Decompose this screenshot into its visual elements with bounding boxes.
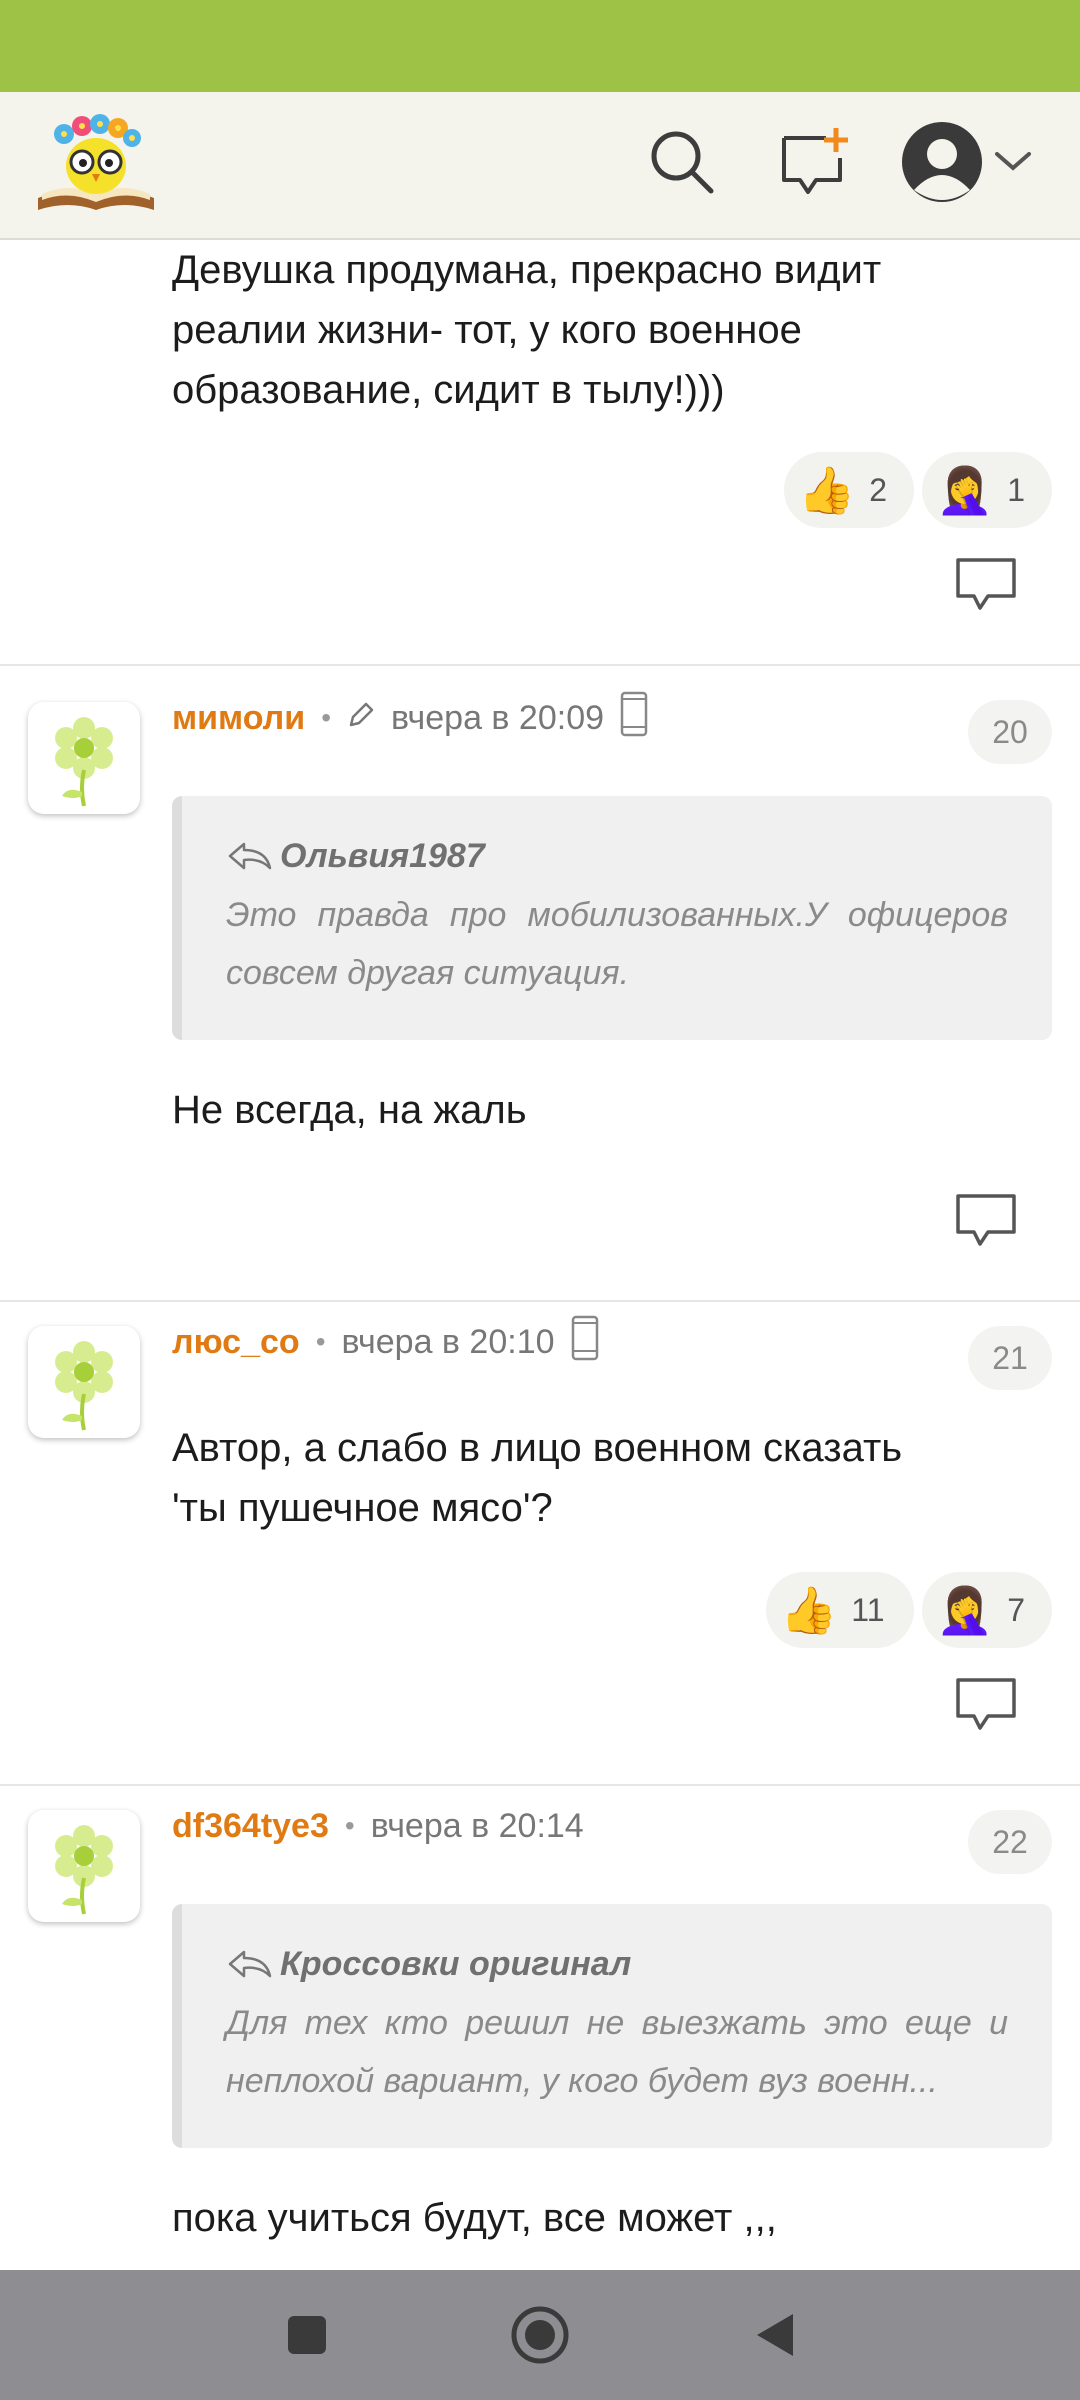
chevron-down-icon[interactable]: [988, 122, 1038, 202]
reaction-like[interactable]: 👍 2: [784, 452, 914, 528]
comment-line: 'ты пушечное мясо'?: [172, 1486, 553, 1530]
comment-meta: df364tye3 • вчера в 20:14: [172, 1800, 584, 1852]
thumbs-up-emoji: 👍: [780, 1584, 838, 1636]
quote-block: Ольвия1987 Это правда про мобилизованных…: [172, 796, 1052, 1040]
user-avatar-icon[interactable]: [898, 118, 986, 206]
reply-arrow-icon: [228, 1950, 272, 1978]
reply-comment-icon[interactable]: [954, 1192, 1018, 1250]
comment-line: Автор, а слабо в лицо военном сказать: [172, 1426, 903, 1470]
facepalm-emoji: 🤦‍♀️: [936, 464, 994, 516]
comment-number[interactable]: 21: [968, 1326, 1052, 1390]
quote-author-row: Ольвия1987: [226, 832, 1008, 880]
thumbs-up-emoji: 👍: [798, 464, 856, 516]
mobile-icon: [571, 1315, 599, 1370]
comment-meta: люс_со • вчера в 20:10: [172, 1315, 599, 1370]
avatar[interactable]: [28, 702, 140, 814]
comment-line: реалии жизни- тот, у кого военное: [172, 308, 802, 352]
comment-line: образование, сидит в тылу!))): [172, 368, 725, 412]
reply-comment-icon[interactable]: [954, 1676, 1018, 1734]
system-nav-bar: [0, 2270, 1080, 2400]
comment-line: Девушка продумана, прекрасно видит: [172, 248, 882, 292]
mobile-icon: [620, 691, 648, 746]
comment-author[interactable]: люс_со: [172, 1323, 300, 1362]
comment-text: Не всегда, на жаль: [172, 1088, 527, 1132]
quote-block: Кроссовки оригинал Для тех кто решил не …: [172, 1904, 1052, 2148]
quote-author: Кроссовки оригинал: [280, 1944, 632, 1983]
search-icon[interactable]: [642, 122, 722, 202]
comment-author[interactable]: мимоли: [172, 699, 305, 738]
comment-time: вчера в 20:10: [341, 1322, 555, 1361]
comment-number[interactable]: 22: [968, 1810, 1052, 1874]
divider: [0, 1300, 1080, 1302]
reaction-count: 1: [1007, 471, 1026, 508]
comment-number[interactable]: 20: [968, 700, 1052, 764]
facepalm-emoji: 🤦‍♀️: [936, 1584, 994, 1636]
new-post-icon[interactable]: [774, 122, 854, 202]
status-bar: [0, 0, 1080, 92]
avatar[interactable]: [28, 1810, 140, 1922]
reaction-facepalm[interactable]: 🤦‍♀️ 1: [922, 452, 1052, 528]
reaction-count: 7: [1007, 1591, 1026, 1628]
quote-text: Это правда про мобилизованных.У офицеров…: [226, 896, 1008, 992]
home-icon[interactable]: [505, 2300, 575, 2370]
comment-text: пока учиться будут, все может ,,,: [172, 2196, 777, 2240]
comment-text: Девушка продумана, прекрасно видит реали…: [172, 240, 881, 420]
comment-author[interactable]: df364tye3: [172, 1807, 329, 1846]
reaction-count: 2: [869, 471, 888, 508]
meta-separator: •: [321, 702, 331, 733]
quote-author: Ольвия1987: [280, 836, 485, 875]
comment-time: вчера в 20:14: [370, 1806, 584, 1845]
quote-author-row: Кроссовки оригинал: [226, 1940, 1008, 1988]
divider: [0, 1784, 1080, 1786]
comment-time: вчера в 20:09: [391, 698, 605, 737]
comment-meta: мимоли • вчера в 20:09: [172, 691, 648, 746]
reaction-count: 11: [851, 1591, 885, 1628]
quote-text: Для тех кто решил не выезжать это еще и …: [226, 2004, 1008, 2100]
avatar[interactable]: [28, 1326, 140, 1438]
divider: [0, 664, 1080, 666]
reply-comment-icon[interactable]: [954, 556, 1018, 614]
meta-separator: •: [315, 1326, 326, 1357]
reaction-facepalm[interactable]: 🤦‍♀️ 7: [922, 1572, 1052, 1648]
back-icon[interactable]: [740, 2300, 810, 2370]
reaction-like[interactable]: 👍 11: [766, 1572, 914, 1648]
app-header: [0, 92, 1080, 240]
reply-arrow-icon: [228, 842, 272, 870]
owl-on-book-logo[interactable]: [34, 106, 158, 214]
meta-separator: •: [344, 1810, 355, 1841]
comments-list: Девушка продумана, прекрасно видит реали…: [0, 240, 1080, 2270]
recent-apps-icon[interactable]: [272, 2300, 342, 2370]
comment-text: Автор, а слабо в лицо военном сказать 'т…: [172, 1418, 902, 1538]
pencil-icon: [347, 699, 375, 738]
